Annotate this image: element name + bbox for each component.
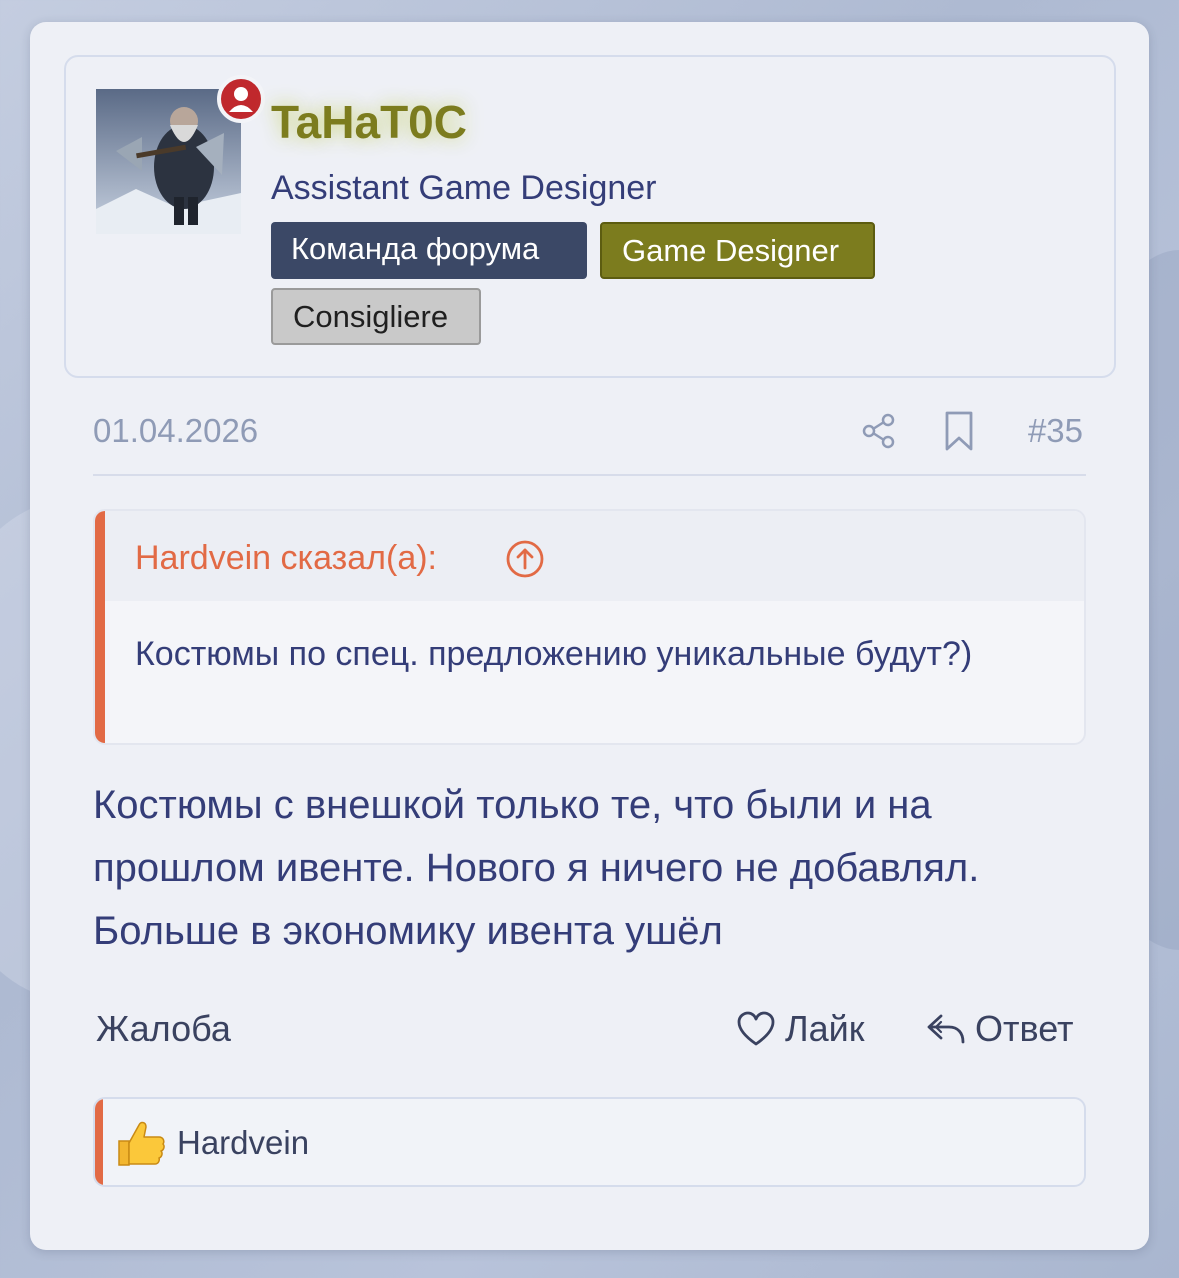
status-indicator bbox=[217, 75, 265, 123]
likes-accent-bar bbox=[95, 1099, 103, 1185]
quote-header: Hardvein сказал(а): bbox=[105, 511, 1084, 601]
reply-icon bbox=[927, 1014, 965, 1044]
username-link[interactable]: TaHaT0C bbox=[271, 95, 467, 149]
quote-accent-bar bbox=[95, 511, 105, 743]
heart-icon bbox=[737, 1011, 775, 1046]
quote-author-link[interactable]: Hardvein сказал(а): bbox=[135, 539, 437, 578]
like-button[interactable]: Лайк bbox=[735, 1008, 865, 1050]
bookmark-icon[interactable] bbox=[942, 410, 976, 452]
post-date[interactable]: 01.04.2026 bbox=[93, 412, 258, 450]
quote-block: Hardvein сказал(а): Костюмы по спец. пре… bbox=[93, 509, 1086, 745]
thumbs-up-icon bbox=[118, 1121, 165, 1166]
post-card: TaHaT0C Assistant Game Designer Команда … bbox=[30, 22, 1149, 1250]
banner-forum-team: Команда форума bbox=[271, 222, 587, 279]
user-title: Assistant Game Designer bbox=[271, 169, 657, 207]
likes-user-link[interactable]: Hardvein bbox=[177, 1124, 309, 1162]
user-icon bbox=[229, 87, 253, 112]
like-label: Лайк bbox=[785, 1008, 865, 1049]
divider bbox=[93, 474, 1086, 476]
likes-summary[interactable]: Hardvein bbox=[93, 1097, 1086, 1187]
reply-label: Ответ bbox=[975, 1008, 1074, 1049]
banner-consigliere: Consigliere bbox=[271, 288, 481, 345]
quote-text: Костюмы по спец. предложению уникальные … bbox=[135, 635, 973, 673]
reply-button[interactable]: Ответ bbox=[925, 1008, 1074, 1050]
post-actions: Жалоба Лайк Ответ bbox=[93, 1008, 1086, 1058]
user-info-block: TaHaT0C Assistant Game Designer Команда … bbox=[64, 55, 1116, 378]
report-button[interactable]: Жалоба bbox=[96, 1008, 231, 1050]
arrow-up-circle-icon[interactable] bbox=[505, 539, 545, 579]
post-number[interactable]: #35 bbox=[1028, 412, 1083, 450]
post-body: Костюмы с внешкой только те, что были и … bbox=[93, 783, 980, 953]
share-icon[interactable] bbox=[860, 412, 898, 450]
banner-game-designer: Game Designer bbox=[600, 222, 875, 279]
